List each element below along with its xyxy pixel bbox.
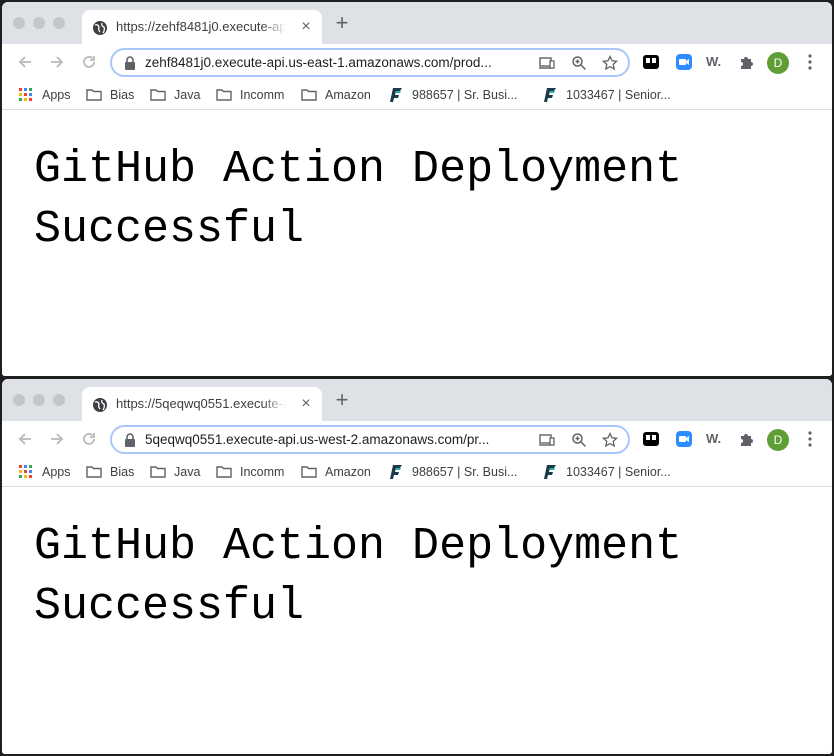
lock-icon[interactable] [124,433,136,447]
bookmarks-bar: Apps Bias Java Incomm Amazon 988657 | Sr… [2,457,832,487]
forward-icon[interactable] [48,430,66,448]
bookmark-label: 1033467 | Senior... [566,88,671,102]
close-window-button[interactable] [13,17,25,29]
active-tab[interactable]: https://zehf8481j0.execute-api × [82,10,322,44]
apps-grid-icon [19,88,32,101]
job-site-icon [544,88,556,102]
close-window-button[interactable] [13,394,25,406]
devices-icon[interactable] [539,55,555,71]
tab-close-icon[interactable]: × [298,19,314,35]
zoom-icon[interactable] [571,432,587,448]
new-tab-button[interactable]: + [332,389,352,411]
reload-icon[interactable] [80,430,98,448]
tab-title: https://5qeqwq0551.execute-a [116,396,286,411]
forward-icon[interactable] [48,53,66,71]
tab-extension-icon[interactable] [642,53,660,71]
bookmark-label: Bias [110,88,135,102]
browser-window-bottom: https://5qeqwq0551.execute-a × + 5qeqwq0… [2,379,832,754]
apps-grid-icon [19,465,32,478]
tab-strip: https://zehf8481j0.execute-api × + [2,2,832,44]
toolbar: 5qeqwq0551.execute-api.us-west-2.amazona… [2,421,832,457]
bookmark-label: Amazon [325,465,371,479]
job-site-icon [544,465,556,479]
folder-icon [216,466,232,478]
reload-icon[interactable] [80,53,98,71]
address-bar[interactable]: 5qeqwq0551.execute-api.us-west-2.amazona… [110,425,630,454]
page-content: GitHub Action Deployment Successful [2,487,832,754]
devices-icon[interactable] [539,432,555,448]
kebab-icon[interactable] [805,429,815,449]
bookmark-label: Incomm [240,88,285,102]
folder-icon [216,89,232,101]
tab-strip: https://5qeqwq0551.execute-a × + [2,379,832,421]
extension-icon[interactable] [738,53,756,71]
bookmark-label: Apps [42,465,71,479]
tab-extension-icon[interactable] [642,430,660,448]
star-icon[interactable] [602,55,618,71]
maximize-window-button[interactable] [53,394,65,406]
globe-icon [93,398,107,412]
folder-icon [86,89,102,101]
kebab-icon[interactable] [805,52,815,72]
url-text[interactable]: zehf8481j0.execute-api.us-east-1.amazona… [145,55,525,73]
bookmark-label: 1033467 | Senior... [566,465,671,479]
folder-icon [301,466,317,478]
w-extension-icon[interactable]: W. [706,430,724,448]
globe-icon [93,21,107,35]
zoom-extension-icon[interactable] [675,430,693,448]
profile-avatar[interactable]: D [767,429,789,451]
minimize-window-button[interactable] [33,394,45,406]
bookmark-label: 988657 | Sr. Busi... [412,88,518,102]
lock-icon[interactable] [124,56,136,70]
browser-window-top: https://zehf8481j0.execute-api × + zehf8… [2,2,832,376]
bookmark-label: Java [174,465,201,479]
w-extension-icon[interactable]: W. [706,53,724,71]
bookmark-label: Incomm [240,465,285,479]
back-icon[interactable] [16,430,34,448]
zoom-icon[interactable] [571,55,587,71]
extension-icon[interactable] [738,430,756,448]
bookmark-label: Bias [110,465,135,479]
zoom-extension-icon[interactable] [675,53,693,71]
toolbar: zehf8481j0.execute-api.us-east-1.amazona… [2,44,832,80]
folder-icon [301,89,317,101]
job-site-icon [390,88,402,102]
star-icon[interactable] [602,432,618,448]
page-heading: GitHub Action Deployment Successful [34,521,683,632]
page-heading: GitHub Action Deployment Successful [34,144,683,255]
bookmark-label: Apps [42,88,71,102]
profile-avatar[interactable]: D [767,52,789,74]
page-content: GitHub Action Deployment Successful [2,110,832,376]
folder-icon [86,466,102,478]
bookmark-label: 988657 | Sr. Busi... [412,465,518,479]
minimize-window-button[interactable] [33,17,45,29]
bookmark-label: Amazon [325,88,371,102]
new-tab-button[interactable]: + [332,12,352,34]
folder-icon [150,89,166,101]
url-text[interactable]: 5qeqwq0551.execute-api.us-west-2.amazona… [145,432,525,450]
maximize-window-button[interactable] [53,17,65,29]
active-tab[interactable]: https://5qeqwq0551.execute-a × [82,387,322,421]
job-site-icon [390,465,402,479]
back-icon[interactable] [16,53,34,71]
bookmarks-bar: Apps Bias Java Incomm Amazon 988657 | Sr… [2,80,832,110]
tab-title: https://zehf8481j0.execute-api [116,19,286,34]
folder-icon [150,466,166,478]
bookmark-label: Java [174,88,201,102]
address-bar[interactable]: zehf8481j0.execute-api.us-east-1.amazona… [110,48,630,77]
tab-close-icon[interactable]: × [298,396,314,412]
